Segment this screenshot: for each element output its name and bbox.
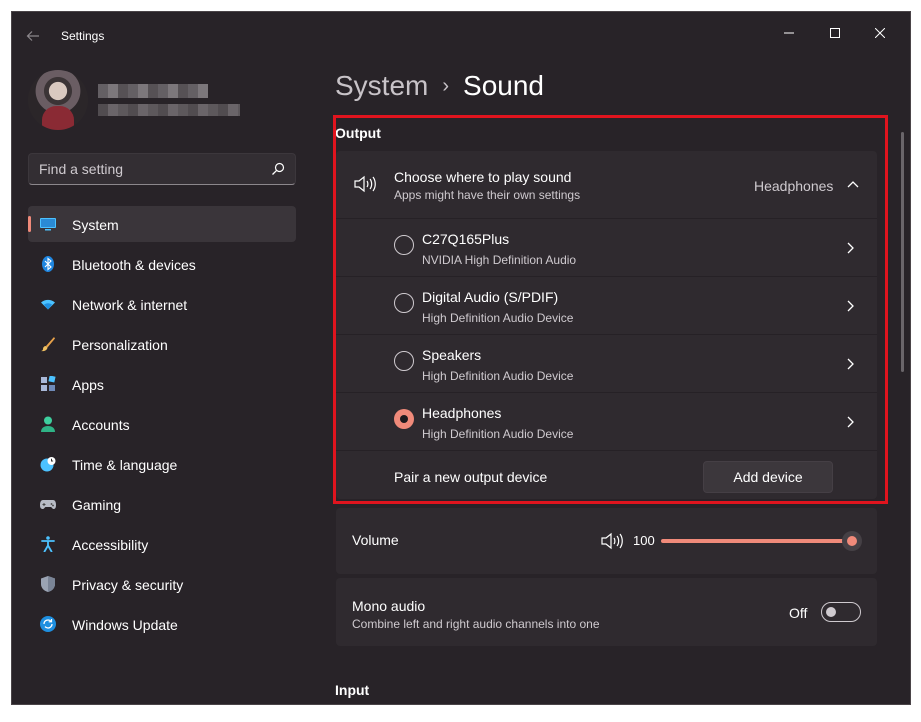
back-arrow-icon[interactable] bbox=[26, 25, 46, 45]
device-driver: High Definition Audio Device bbox=[422, 427, 574, 441]
blurred-user-name bbox=[98, 84, 208, 98]
device-radio[interactable] bbox=[394, 351, 414, 371]
input-section-label: Input bbox=[335, 682, 370, 698]
output-device-row[interactable]: Digital Audio (S/PDIF) High Definition A… bbox=[336, 276, 877, 334]
sidebar-item-apps[interactable]: Apps bbox=[28, 366, 296, 402]
title-bar: Settings bbox=[12, 12, 910, 58]
volume-slider-track[interactable] bbox=[661, 539, 849, 543]
device-driver: High Definition Audio Device bbox=[422, 369, 574, 383]
sidebar-item-label: Apps bbox=[72, 377, 104, 393]
sidebar-item-network[interactable]: Network & internet bbox=[28, 286, 296, 322]
device-name: Speakers bbox=[422, 347, 482, 363]
maximize-button[interactable] bbox=[812, 18, 858, 48]
device-name: Headphones bbox=[422, 405, 502, 421]
sidebar-item-label: Personalization bbox=[72, 337, 168, 353]
breadcrumb-parent[interactable]: System bbox=[335, 70, 428, 102]
sidebar-item-label: Windows Update bbox=[72, 617, 178, 633]
chevron-right-icon[interactable] bbox=[844, 242, 856, 254]
pair-device-label: Pair a new output device bbox=[394, 469, 548, 485]
update-icon bbox=[40, 616, 56, 632]
sidebar-item-windows-update[interactable]: Windows Update bbox=[28, 606, 296, 642]
mono-audio-toggle[interactable] bbox=[821, 602, 861, 622]
volume-card: Volume 100 bbox=[336, 508, 877, 574]
settings-window: Settings System bbox=[11, 11, 911, 705]
sidebar-item-label: Privacy & security bbox=[72, 577, 184, 593]
output-card: Choose where to play sound Apps might ha… bbox=[336, 151, 877, 499]
chevron-up-icon[interactable] bbox=[847, 180, 859, 188]
search-input[interactable] bbox=[39, 160, 259, 178]
accessibility-icon bbox=[41, 536, 55, 552]
blurred-user-email bbox=[98, 104, 240, 116]
device-radio-selected[interactable] bbox=[394, 409, 414, 429]
clock-globe-icon bbox=[40, 457, 56, 472]
page-title: Sound bbox=[463, 70, 544, 101]
chooser-title: Choose where to play sound bbox=[394, 169, 572, 185]
add-device-button[interactable]: Add device bbox=[703, 461, 833, 493]
sidebar-item-label: Time & language bbox=[72, 457, 178, 473]
sidebar-item-time-language[interactable]: Time & language bbox=[28, 446, 296, 482]
device-driver: NVIDIA High Definition Audio bbox=[422, 253, 577, 267]
sidebar-item-label: Accessibility bbox=[72, 537, 149, 553]
sidebar-item-label: Gaming bbox=[72, 497, 122, 513]
device-radio[interactable] bbox=[394, 235, 414, 255]
pair-device-row: Pair a new output device Add device bbox=[336, 450, 877, 499]
mono-audio-title: Mono audio bbox=[352, 598, 426, 614]
device-radio[interactable] bbox=[394, 293, 414, 313]
volume-speaker-icon[interactable] bbox=[601, 532, 623, 550]
shield-icon bbox=[41, 576, 55, 592]
sidebar-nav: System Bluetooth & devices Network & int… bbox=[28, 206, 296, 646]
sidebar-item-label: System bbox=[72, 217, 119, 233]
brush-icon bbox=[41, 337, 55, 352]
sidebar-item-system[interactable]: System bbox=[28, 206, 296, 242]
output-device-row[interactable]: C27Q165Plus NVIDIA High Definition Audio bbox=[336, 218, 877, 276]
device-name: C27Q165Plus bbox=[422, 231, 510, 247]
avatar[interactable] bbox=[28, 70, 88, 130]
chevron-right-icon[interactable] bbox=[844, 358, 856, 370]
breadcrumb: System › Sound bbox=[335, 70, 544, 102]
output-chooser-row[interactable]: Choose where to play sound Apps might ha… bbox=[336, 151, 877, 218]
sidebar-item-privacy-security[interactable]: Privacy & security bbox=[28, 566, 296, 602]
minimize-button[interactable] bbox=[766, 18, 812, 48]
close-button[interactable] bbox=[857, 18, 903, 48]
volume-value: 100 bbox=[633, 533, 655, 548]
search-icon[interactable] bbox=[271, 162, 285, 176]
gamepad-icon bbox=[40, 500, 56, 509]
app-title: Settings bbox=[61, 29, 105, 43]
sidebar-item-label: Accounts bbox=[72, 417, 130, 433]
mono-audio-subtitle: Combine left and right audio channels in… bbox=[352, 617, 600, 631]
device-driver: High Definition Audio Device bbox=[422, 311, 574, 325]
sidebar-item-gaming[interactable]: Gaming bbox=[28, 486, 296, 522]
output-device-row[interactable]: Speakers High Definition Audio Device bbox=[336, 334, 877, 392]
sidebar-item-label: Bluetooth & devices bbox=[72, 257, 196, 273]
chevron-right-icon[interactable] bbox=[844, 416, 856, 428]
output-device-row[interactable]: Headphones High Definition Audio Device bbox=[336, 392, 877, 450]
breadcrumb-separator: › bbox=[442, 74, 450, 97]
monitor-icon bbox=[40, 218, 56, 231]
device-name: Digital Audio (S/PDIF) bbox=[422, 289, 559, 305]
chevron-right-icon[interactable] bbox=[844, 300, 856, 312]
sidebar-item-accounts[interactable]: Accounts bbox=[28, 406, 296, 442]
volume-slider-thumb[interactable] bbox=[842, 531, 862, 551]
output-section-label: Output bbox=[335, 125, 381, 141]
bluetooth-icon bbox=[42, 256, 54, 272]
apps-icon bbox=[41, 376, 56, 391]
mono-audio-card: Mono audio Combine left and right audio … bbox=[336, 578, 877, 646]
sidebar-item-accessibility[interactable]: Accessibility bbox=[28, 526, 296, 562]
scrollbar[interactable] bbox=[901, 132, 904, 372]
sidebar-item-personalization[interactable]: Personalization bbox=[28, 326, 296, 362]
sidebar-item-bluetooth[interactable]: Bluetooth & devices bbox=[28, 246, 296, 282]
person-icon bbox=[41, 416, 55, 432]
sidebar-item-label: Network & internet bbox=[72, 297, 188, 313]
wifi-icon bbox=[41, 299, 55, 310]
speaker-icon bbox=[354, 175, 376, 193]
search-box[interactable] bbox=[28, 153, 296, 185]
chooser-subtitle: Apps might have their own settings bbox=[394, 188, 581, 202]
chooser-selected-value: Headphones bbox=[754, 178, 834, 194]
mono-audio-state: Off bbox=[789, 605, 808, 621]
volume-label: Volume bbox=[352, 532, 399, 548]
